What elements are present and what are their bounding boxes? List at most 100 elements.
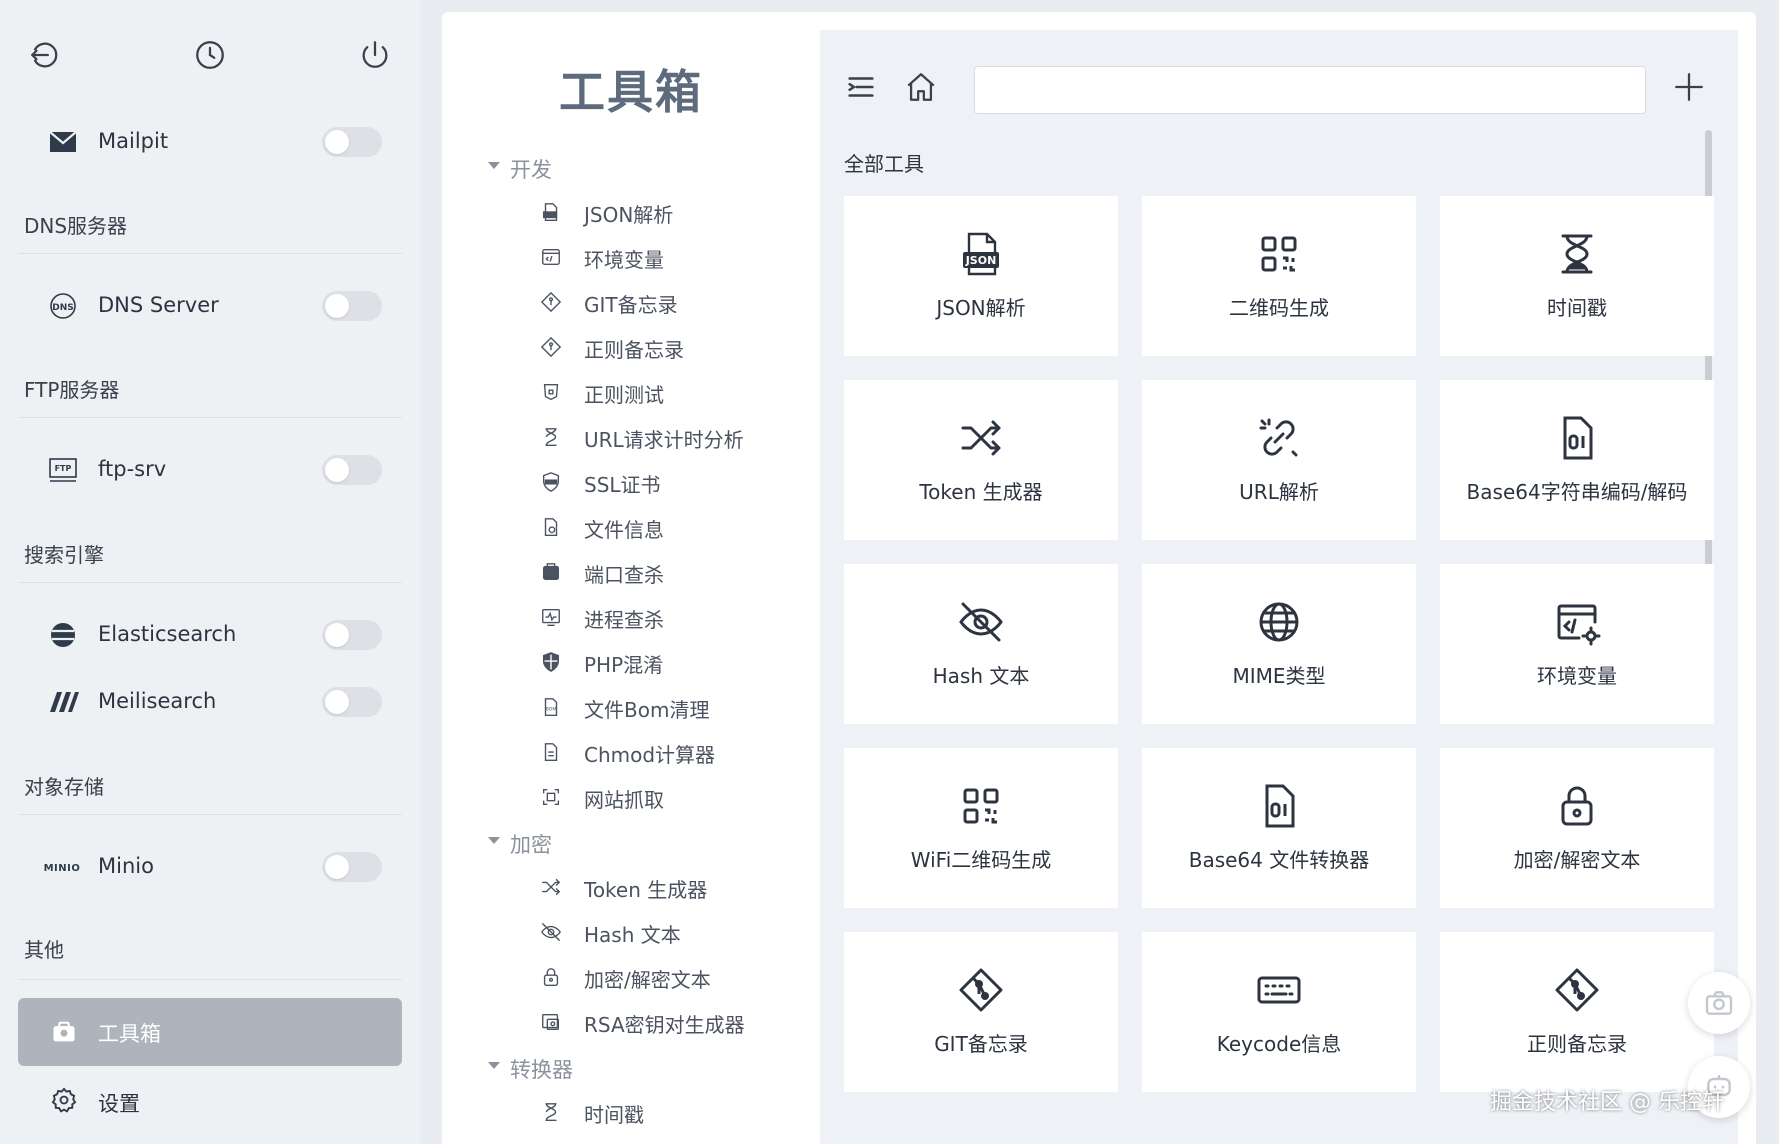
qrcode-icon [1255, 230, 1303, 278]
service-toggle-dns-server[interactable] [322, 291, 382, 321]
tree-item[interactable]: JSON解析 [540, 195, 800, 229]
power-icon[interactable] [358, 38, 392, 72]
svg-text:JSON: JSON [965, 254, 997, 267]
tree-item[interactable]: RSA密钥对生成器 [540, 1005, 800, 1039]
tool-card-timestamp[interactable]: 时间戳 [1440, 196, 1714, 356]
home-icon[interactable] [904, 70, 938, 104]
service-toggle-elasticsearch[interactable] [322, 620, 382, 650]
tool-card-base64-string[interactable]: Base64字符串编码/解码 [1440, 380, 1714, 540]
tool-card-hash[interactable]: Hash 文本 [844, 564, 1118, 724]
tree-item[interactable]: 环境变量 [540, 240, 800, 274]
tool-card-base64-file[interactable]: Base64 文件转换器 [1142, 748, 1416, 908]
menu-toggle-icon[interactable] [844, 70, 878, 104]
tree-item[interactable]: 文件信息 [540, 510, 800, 544]
tool-card-label: JSON解析 [936, 296, 1026, 320]
nav-label: 设置 [98, 1092, 140, 1116]
tool-card-qrcode[interactable]: 二维码生成 [1142, 196, 1416, 356]
hourglass-icon [1553, 230, 1601, 278]
tool-card-url[interactable]: URL解析 [1142, 380, 1416, 540]
tool-card-regex-cheatsheet[interactable]: 正则备忘录 [1440, 932, 1714, 1092]
tree-item[interactable]: Chmod计算器 [540, 735, 800, 769]
tool-card-label: Hash 文本 [932, 664, 1030, 688]
tree-item[interactable]: BOM 文件Bom清理 [540, 690, 800, 724]
tree-item[interactable]: 正则备忘录 [540, 330, 800, 364]
binary-file-icon [1553, 414, 1601, 462]
search-input[interactable] [974, 66, 1646, 114]
tree-item[interactable]: URL请求计时分析 [540, 420, 800, 454]
tool-card-git[interactable]: GIT备忘录 [844, 932, 1118, 1092]
tool-card-label: URL解析 [1239, 480, 1319, 504]
tree-item[interactable]: 正则测试 [540, 375, 800, 409]
minio-icon: MINIO [38, 853, 86, 881]
tool-card-wifi-qrcode[interactable]: WiFi二维码生成 [844, 748, 1118, 908]
service-row-ftp-srv: FTP ftp-srv [18, 445, 402, 495]
tool-card-keycode[interactable]: Keycode信息 [1142, 932, 1416, 1092]
divider [18, 582, 402, 583]
tree-item[interactable]: 加密/解密文本 [540, 960, 800, 994]
nav-item-toolbox[interactable]: 工具箱 [18, 998, 402, 1066]
tool-card-mime[interactable]: MIME类型 [1142, 564, 1416, 724]
git-icon [540, 291, 562, 313]
tree-item[interactable]: 时间戳 [540, 1095, 800, 1129]
tree-item[interactable]: SSL证书 [540, 465, 800, 499]
tree-item[interactable]: 进程查杀 [540, 600, 800, 634]
service-toggle-mailpit[interactable] [322, 127, 382, 157]
tool-card-env[interactable]: 环境变量 [1440, 564, 1714, 724]
nav-label: 工具箱 [98, 1022, 161, 1046]
tree-item[interactable]: GIT备忘录 [540, 285, 800, 319]
tool-card-label: Base64 文件转换器 [1188, 848, 1370, 872]
file-info-icon [540, 516, 562, 538]
tool-tree: 工具箱 开发 JSON解析 环境变量 GIT备忘录 正则备忘录 正则测试 URL… [442, 12, 820, 1144]
service-label: ftp-srv [98, 457, 167, 481]
tool-card-json[interactable]: JSON JSON解析 [844, 196, 1118, 356]
tree-item[interactable]: 网站抓取 [540, 780, 800, 814]
tool-card-label: GIT备忘录 [934, 1032, 1028, 1056]
gear-icon [50, 1086, 78, 1114]
service-row-minio: MINIO Minio [18, 842, 402, 892]
group-title-other: 其他 [24, 938, 64, 962]
tree-item-label: RSA密钥对生成器 [584, 1013, 745, 1037]
tree-item-label: URL请求计时分析 [584, 428, 744, 452]
tool-card-label: 正则备忘录 [1527, 1032, 1627, 1056]
tool-card-encrypt[interactable]: 加密/解密文本 [1440, 748, 1714, 908]
group-title-dns: DNS服务器 [24, 214, 128, 238]
file-text-icon [540, 741, 562, 763]
divider [18, 979, 402, 980]
add-icon[interactable] [1672, 70, 1706, 104]
tree-item[interactable]: PHP混淆 [540, 645, 800, 679]
tool-card-token[interactable]: Token 生成器 [844, 380, 1118, 540]
service-toggle-meilisearch[interactable] [322, 687, 382, 717]
service-row-mailpit: Mailpit [18, 117, 402, 167]
tree-item-label: 端口查杀 [584, 563, 664, 587]
tree-item-label: 时间戳 [584, 1103, 644, 1127]
floating-screenshot-button[interactable] [1688, 972, 1750, 1034]
tree-item-label: Hash 文本 [584, 923, 681, 947]
divider [18, 814, 402, 815]
shuffle-icon [957, 414, 1005, 462]
history-icon[interactable] [193, 38, 227, 72]
tool-card-label: 加密/解密文本 [1513, 848, 1641, 872]
service-toggle-minio[interactable] [322, 852, 382, 882]
tree-item[interactable]: Token 生成器 [540, 870, 800, 904]
regex-test-icon [540, 381, 562, 403]
sidebar: Mailpit DNS服务器 DNS DNS Server FTP服务器 FTP… [0, 0, 420, 1144]
service-toggle-ftp-srv[interactable] [322, 455, 382, 485]
nav-item-settings[interactable]: 设置 [18, 1074, 402, 1126]
port-icon [540, 561, 562, 583]
code-settings-icon [540, 246, 562, 268]
tools-content: 全部工具 JSON JSON解析 二维码生成 时间戳 Token 生成器 URL… [820, 30, 1738, 1144]
logout-icon[interactable] [28, 38, 62, 72]
service-label: Meilisearch [98, 689, 217, 713]
tree-item-label: 正则备忘录 [584, 338, 684, 362]
json-file-icon [540, 201, 562, 223]
tree-item-label: Token 生成器 [584, 878, 708, 902]
tree-item-label: 正则测试 [584, 383, 664, 407]
json-file-icon: JSON [957, 230, 1005, 278]
caret-down-icon [488, 1062, 500, 1069]
tree-item[interactable]: Hash 文本 [540, 915, 800, 949]
tree-item[interactable]: 端口查杀 [540, 555, 800, 589]
code-settings-icon [1553, 598, 1601, 646]
elasticsearch-icon [46, 621, 80, 649]
lock-icon [1553, 782, 1601, 830]
tree-item-label: 文件Bom清理 [584, 698, 710, 722]
